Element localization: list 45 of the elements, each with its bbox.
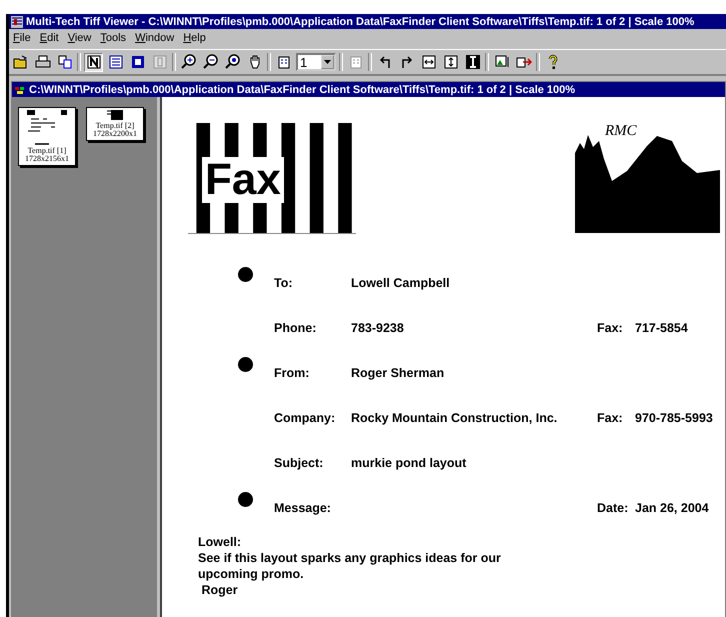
field-label: Phone: (274, 320, 318, 334)
field-value: Rocky Mountain Construction, Inc. (351, 410, 558, 424)
message-line: See if this layout sparks any graphics ideas for our (198, 550, 502, 566)
zoomin-tool-icon[interactable] (179, 52, 198, 72)
message-line: Roger (200, 582, 239, 598)
message-line: upcoming promo. (198, 566, 305, 582)
document-title: C:\WINNT\Profiles\pmb.000\Application Data\FaxFinder Client Software\Tiffs\Temp.tif: 1 of 2 | Scale 100% (29, 84, 576, 96)
field-value: 717-5854 (635, 320, 688, 334)
menu-item[interactable]: Help (183, 32, 206, 46)
menu-item[interactable]: File (13, 32, 31, 46)
menu-item[interactable]: View (68, 32, 92, 46)
window-title: Multi-Tech Tiff Viewer - C:\WINNT\Profiles\pmb.000\Application Data\FaxFinder Client Software\Tiffs\Temp.tif: 1 of 2 | Scale 100% (26, 16, 694, 28)
zoomout-tool-icon[interactable] (201, 52, 220, 72)
page-preview-drawing (27, 110, 67, 145)
field-value: murkie pond layout (351, 456, 466, 470)
message-line: Lowell: (198, 534, 242, 550)
field-label: To: (274, 276, 294, 290)
zoomall-tool-icon[interactable] (223, 52, 242, 72)
fax-logo: Fax (188, 123, 356, 234)
field-label: Company: (274, 410, 336, 424)
thumbnail-label: Temp.tif [2] (96, 122, 134, 130)
page-preview-drawing (107, 110, 123, 120)
menu-item[interactable]: Window (135, 32, 174, 46)
field-label: Fax: (597, 410, 624, 424)
field-label: Message: (274, 500, 332, 514)
page-thumbnail[interactable]: Temp.tif [2] 1728x2200x1 (86, 107, 144, 141)
dropdown-arrow-icon (324, 60, 331, 64)
field-label: Fax: (597, 320, 624, 334)
field-value: Jan 26, 2004 (635, 500, 709, 514)
menu-item[interactable]: Tools (100, 32, 126, 46)
thumbnail-size: 1728x2200x1 (93, 130, 137, 138)
invert-tool-icon[interactable] (463, 52, 482, 72)
field-label: Date: (597, 500, 630, 514)
menu-item[interactable]: Edit (40, 32, 59, 46)
field-value: 970-785-5993 (635, 410, 713, 424)
field-label: From: (274, 366, 310, 380)
field-value: Roger Sherman (351, 366, 444, 380)
thumbnail-size: 1728x2156x1 (25, 155, 69, 163)
page-thumbnail[interactable]: Temp.tif [1] 1728x2156x1 (18, 107, 76, 166)
field-label: Subject: (274, 456, 324, 470)
page-dropdown[interactable]: 1 (296, 53, 336, 71)
thumbnail-label: Temp.tif [1] (28, 147, 66, 155)
field-value: Lowell Campbell (351, 276, 450, 290)
field-value: 783-9238 (351, 320, 404, 334)
normal-tool-icon[interactable] (84, 52, 103, 72)
